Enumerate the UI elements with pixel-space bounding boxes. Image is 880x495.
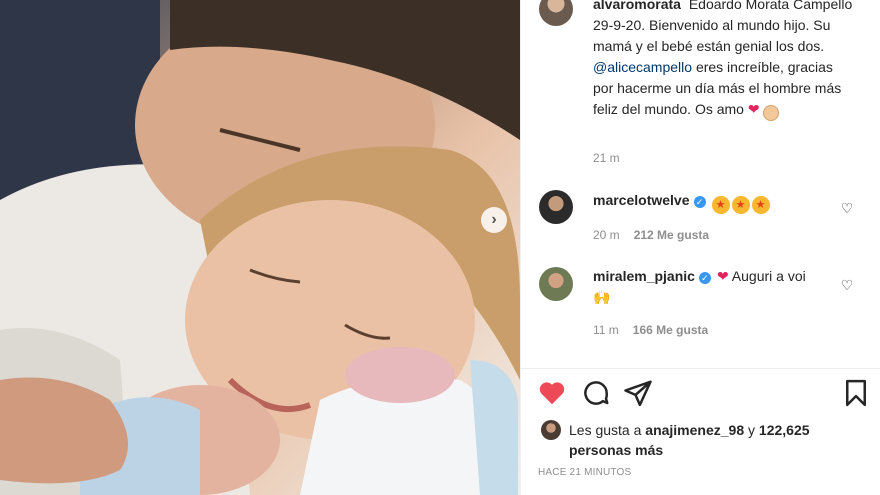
baby-emoji-icon: b [763, 105, 780, 121]
liker-username[interactable]: anajimenez_98 [645, 422, 744, 438]
post-side-panel: alvaromorata Edoardo Morata Campello 29-… [520, 0, 880, 495]
carousel-next-icon[interactable]: › [481, 207, 507, 233]
comment-like-heart-icon[interactable]: ♡ [839, 200, 855, 216]
comment-likes[interactable]: 212 Me gusta [634, 228, 709, 242]
caption-time: 21 m [593, 151, 620, 165]
star-struck-emoji-icon: ★ [731, 196, 750, 214]
likes-prefix: Les gusta a [569, 422, 642, 438]
comment-item: marcelotwelve ✓ ★ ★ ★ [593, 190, 823, 214]
liker-avatar[interactable] [541, 420, 561, 440]
photo-illustration [0, 0, 520, 495]
caption-mention[interactable]: @alicecampello [593, 59, 692, 75]
post-timestamp[interactable]: HACE 21 MINUTOS [538, 467, 631, 478]
comment-username[interactable]: marcelotwelve [593, 192, 690, 208]
comment-text: Auguri a voi [731, 268, 806, 284]
divider [521, 368, 880, 369]
comment-meta: 20 m 212 Me gusta [593, 228, 709, 242]
share-icon[interactable] [623, 378, 653, 408]
comments-section: alvaromorata Edoardo Morata Campello 29-… [521, 0, 880, 368]
red-heart-emoji-icon: ❤ [716, 268, 729, 284]
raised-hands-emoji-icon: 🙌 [593, 289, 611, 305]
comment-like-heart-icon[interactable]: ♡ [839, 277, 855, 293]
likes-connector: y [748, 422, 756, 438]
post-photo: › [0, 0, 520, 495]
comment-meta: 11 m 166 Me gusta [593, 323, 708, 337]
heart-icon[interactable] [537, 378, 567, 408]
bookmark-icon[interactable] [841, 378, 871, 408]
verified-icon: ✓ [698, 272, 711, 284]
comment-likes[interactable]: 166 Me gusta [633, 323, 708, 337]
comment-username[interactable]: miralem_pjanic [593, 268, 695, 284]
action-bar [521, 378, 880, 414]
star-struck-emoji-icon: ★ [711, 196, 730, 214]
author-username[interactable]: alvaromorata [593, 0, 681, 12]
likes-text: Les gusta a anajimenez_98 y 122,625 pers… [569, 420, 869, 460]
author-avatar[interactable] [539, 0, 573, 26]
red-heart-emoji-icon: ❤ [747, 101, 760, 117]
post-caption: alvaromorata Edoardo Morata Campello 29-… [593, 0, 853, 121]
comment-item: miralem_pjanic ✓ ❤ Auguri a voi 🙌 [593, 266, 823, 308]
comment-time: 11 m [593, 323, 619, 337]
comment-time: 20 m [593, 228, 620, 242]
commenter-avatar[interactable] [539, 190, 573, 224]
verified-icon: ✓ [693, 196, 706, 208]
star-struck-emoji-icon: ★ [751, 196, 770, 214]
commenter-avatar[interactable] [539, 267, 573, 301]
comment-icon[interactable] [581, 378, 611, 408]
